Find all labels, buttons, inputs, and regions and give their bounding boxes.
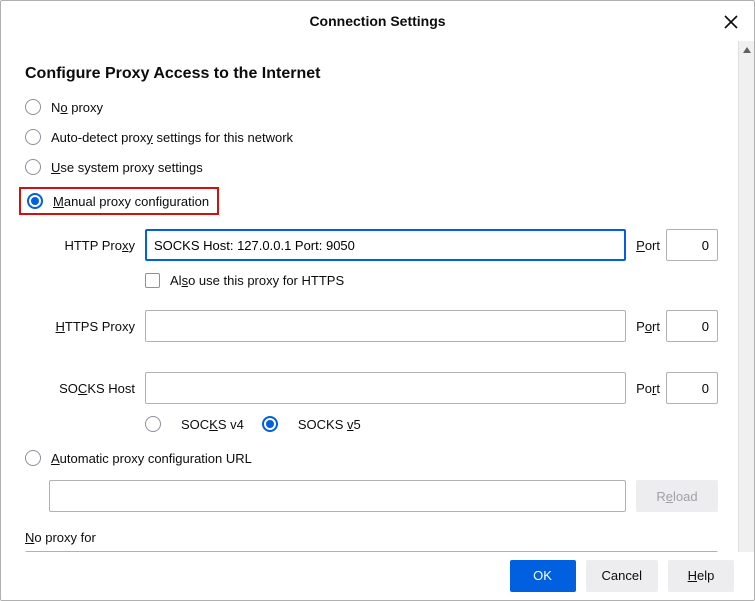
radio-icon — [27, 193, 43, 209]
close-button[interactable] — [716, 7, 746, 37]
scrollbar-vertical[interactable] — [738, 41, 754, 551]
http-proxy-label: HTTP Proxy — [25, 238, 145, 253]
radio-icon — [25, 159, 41, 175]
socks-port-label: Port — [636, 381, 660, 396]
section-title: Configure Proxy Access to the Internet — [25, 65, 718, 83]
http-port-input[interactable] — [666, 229, 718, 261]
socks-host-label: SOCKS Host — [25, 381, 145, 396]
radio-pac-url[interactable]: Automatic proxy configuration URL — [25, 450, 718, 466]
radio-label: Auto-detect proxy settings for this netw… — [51, 130, 293, 145]
radio-icon — [25, 99, 41, 115]
scroll-up-icon — [743, 47, 751, 53]
radio-no-proxy[interactable]: No proxy — [25, 99, 718, 115]
radio-socks-v5[interactable]: SOCKS v5 — [262, 416, 361, 432]
no-proxy-for-label: No proxy for — [25, 530, 718, 545]
connection-settings-dialog: Connection Settings Configure Proxy Acce… — [0, 0, 755, 601]
radio-label: Manual proxy configuration — [53, 194, 209, 209]
socks-port-input[interactable] — [666, 372, 718, 404]
http-port-label: Port — [636, 238, 660, 253]
radio-manual-proxy[interactable]: Manual proxy configuration — [19, 187, 219, 215]
pac-url-input[interactable] — [49, 480, 626, 512]
https-proxy-label: HTTPS Proxy — [25, 319, 145, 334]
dialog-title: Connection Settings — [309, 13, 445, 29]
radio-auto-detect[interactable]: Auto-detect proxy settings for this netw… — [25, 129, 718, 145]
http-proxy-input[interactable] — [145, 229, 626, 261]
radio-label: SOCKS v5 — [298, 417, 361, 432]
also-https-checkbox[interactable]: Also use this proxy for HTTPS — [145, 273, 718, 288]
radio-label: Automatic proxy configuration URL — [51, 451, 252, 466]
radio-icon — [25, 129, 41, 145]
checkbox-label: Also use this proxy for HTTPS — [170, 273, 344, 288]
radio-label: No proxy — [51, 100, 103, 115]
https-port-input[interactable] — [666, 310, 718, 342]
radio-icon — [25, 450, 41, 466]
radio-socks-v4[interactable]: SOCKS v4 — [145, 416, 244, 432]
radio-icon — [145, 416, 161, 432]
help-button[interactable]: Help — [668, 560, 734, 592]
radio-label: Use system proxy settings — [51, 160, 203, 175]
https-proxy-input[interactable] — [145, 310, 626, 342]
radio-system-proxy[interactable]: Use system proxy settings — [25, 159, 718, 175]
reload-button[interactable]: Reload — [636, 480, 718, 512]
titlebar: Connection Settings — [1, 1, 754, 41]
https-port-label: Port — [636, 319, 660, 334]
radio-label: SOCKS v4 — [181, 417, 244, 432]
socks-host-input[interactable] — [145, 372, 626, 404]
radio-icon — [262, 416, 278, 432]
cancel-button[interactable]: Cancel — [586, 560, 658, 592]
ok-button[interactable]: OK — [510, 560, 576, 592]
checkbox-icon — [145, 273, 160, 288]
close-icon — [723, 14, 739, 30]
dialog-content: Configure Proxy Access to the Internet N… — [1, 41, 738, 551]
dialog-footer: OK Cancel Help — [1, 552, 754, 600]
